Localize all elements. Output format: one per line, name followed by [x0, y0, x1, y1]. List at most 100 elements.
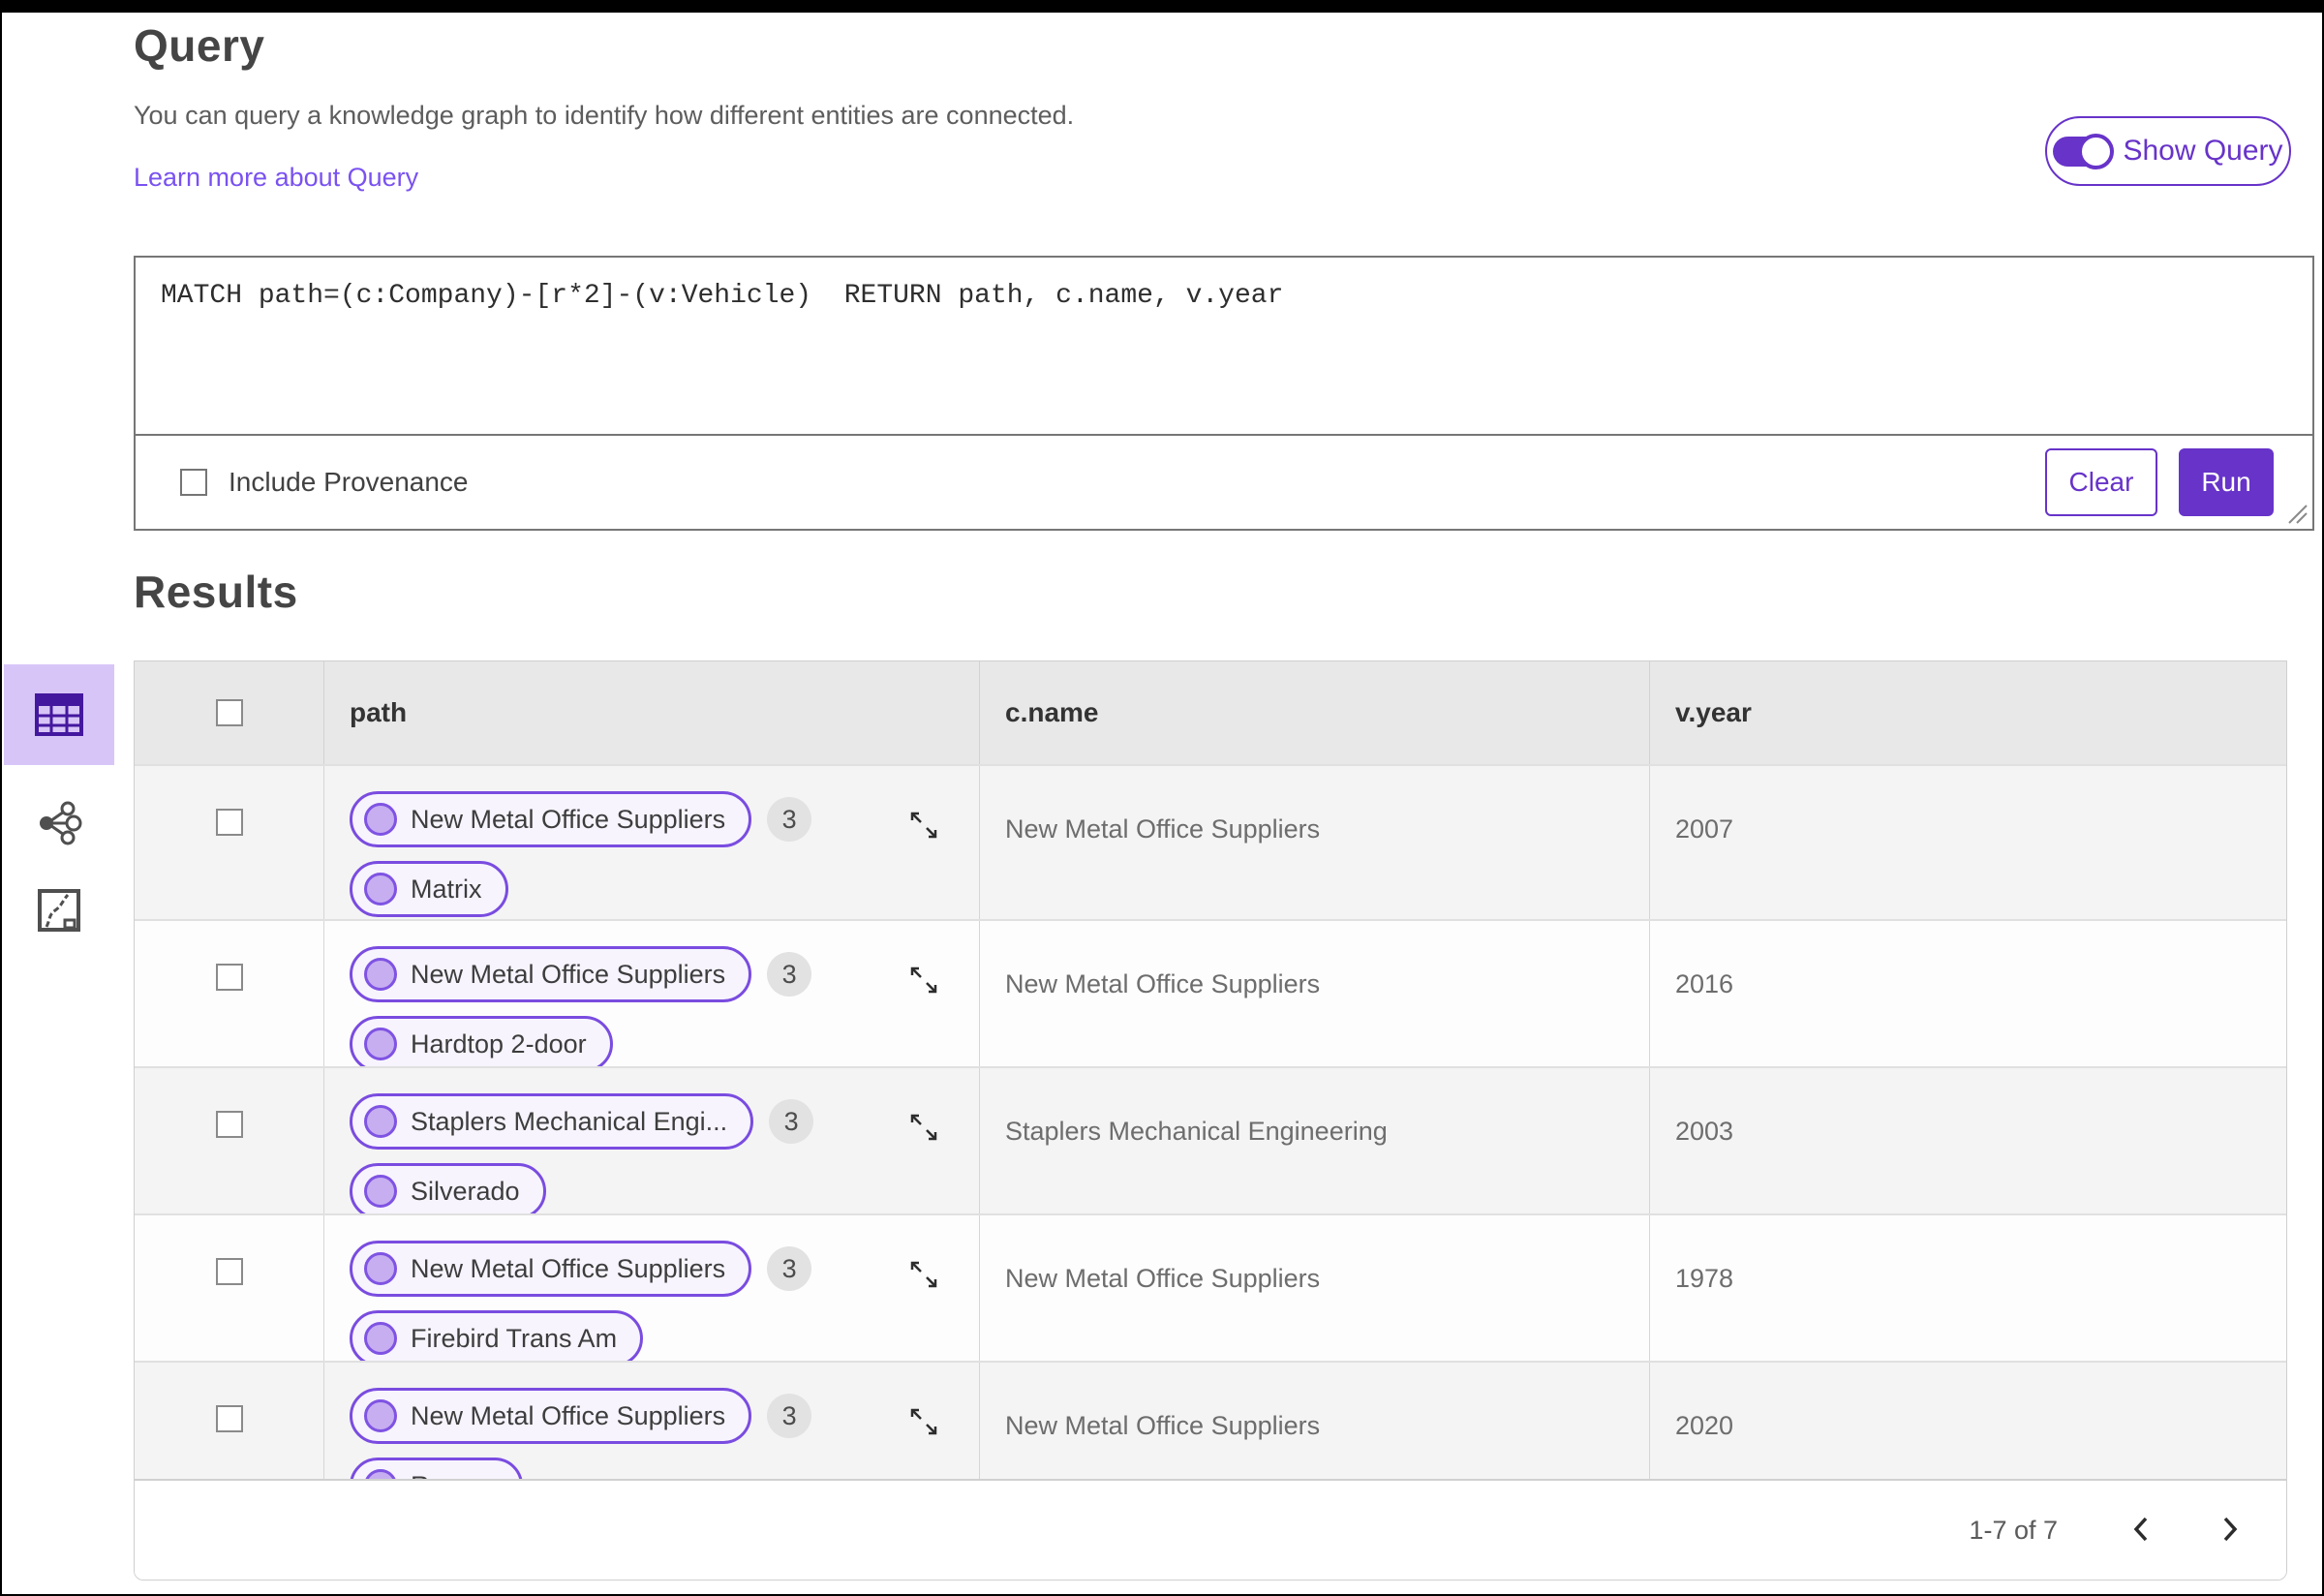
expand-path-button[interactable]	[905, 1109, 942, 1149]
map-view-button[interactable]	[4, 860, 114, 961]
vyear-cell: 2016	[1675, 969, 1734, 998]
previous-page-button[interactable]	[2122, 1509, 2160, 1552]
query-panel: MATCH path=(c:Company)-[r*2]-(v:Vehicle)…	[134, 256, 2314, 531]
expand-icon	[910, 1114, 937, 1141]
column-header-cname: c.name	[1005, 697, 1099, 727]
path-cell: New Metal Office Suppliers 3 Firebird Tr…	[324, 1215, 980, 1361]
table-header-row: path c.name v.year	[135, 661, 2286, 764]
node-icon	[364, 873, 397, 905]
path-cell: Staplers Mechanical Engi... 3 Silverado	[324, 1068, 980, 1213]
path-start-chip[interactable]: New Metal Office Suppliers	[350, 791, 752, 847]
path-count-badge: 3	[769, 1099, 814, 1144]
query-section-title: Query	[134, 20, 265, 71]
expand-path-button[interactable]	[905, 807, 942, 846]
path-end-chip[interactable]: Matrix	[350, 861, 508, 917]
path-count-badge: 3	[767, 952, 812, 997]
row-checkbox[interactable]	[215, 1111, 243, 1138]
chevron-right-icon	[2223, 1517, 2238, 1541]
path-end-chip[interactable]: Firebird Trans Am	[350, 1310, 644, 1361]
node-icon	[364, 1028, 397, 1060]
path-cell: New Metal Office Suppliers 3 Matrix	[324, 766, 980, 919]
node-icon	[364, 1252, 397, 1285]
clear-button[interactable]: Clear	[2045, 448, 2157, 516]
show-query-toggle[interactable]: Show Query	[2045, 116, 2291, 186]
path-start-chip[interactable]: New Metal Office Suppliers	[350, 1241, 752, 1297]
expand-path-button[interactable]	[905, 962, 942, 1001]
pagination-range: 1-7 of 7	[1969, 1515, 2058, 1545]
path-count-badge: 3	[767, 1246, 812, 1291]
path-end-label: Firebird Trans Am	[411, 1323, 618, 1353]
query-footer: Include Provenance Clear Run	[136, 434, 2312, 529]
node-icon	[364, 803, 397, 836]
column-header-path: path	[350, 697, 408, 727]
chevron-left-icon	[2133, 1517, 2148, 1541]
path-start-label: New Metal Office Suppliers	[411, 1253, 726, 1283]
table-row: Staplers Mechanical Engi... 3 Silverado …	[135, 1066, 2286, 1213]
vyear-cell: 2007	[1675, 814, 1734, 844]
learn-more-link[interactable]: Learn more about Query	[134, 163, 418, 193]
path-start-label: New Metal Office Suppliers	[411, 1400, 726, 1430]
path-end-chip[interactable]: Silverado	[350, 1163, 546, 1213]
table-row: New Metal Office Suppliers 3 Matrix New …	[135, 764, 2286, 919]
select-all-checkbox[interactable]	[215, 699, 243, 726]
cname-cell: New Metal Office Suppliers	[1005, 969, 1321, 998]
run-button[interactable]: Run	[2179, 448, 2274, 516]
table-row: New Metal Office Suppliers 3 Firebird Tr…	[135, 1213, 2286, 1361]
path-end-label: Ranger	[411, 1471, 497, 1480]
path-end-chip[interactable]: Hardtop 2-door	[350, 1016, 613, 1066]
row-checkbox[interactable]	[215, 1258, 243, 1285]
node-icon	[364, 1175, 397, 1208]
resize-handle-icon[interactable]	[2283, 500, 2309, 525]
path-cell: New Metal Office Suppliers 3 Hardtop 2-d…	[324, 921, 980, 1066]
node-icon	[364, 1105, 397, 1138]
path-start-chip[interactable]: Staplers Mechanical Engi...	[350, 1093, 754, 1150]
table-row: New Metal Office Suppliers 3 Ranger New …	[135, 1361, 2286, 1479]
path-start-label: New Metal Office Suppliers	[411, 804, 726, 834]
path-start-label: Staplers Mechanical Engi...	[411, 1106, 728, 1136]
expand-icon	[910, 1408, 937, 1435]
results-table: path c.name v.year New Metal Office Supp…	[134, 660, 2287, 1581]
node-icon	[364, 1469, 397, 1479]
row-checkbox[interactable]	[215, 1405, 243, 1432]
node-icon	[364, 1322, 397, 1355]
toggle-switch-icon	[2053, 133, 2115, 169]
path-start-chip[interactable]: New Metal Office Suppliers	[350, 1388, 752, 1444]
map-view-icon	[38, 889, 80, 932]
path-count-badge: 3	[767, 1394, 812, 1438]
graph-view-icon	[40, 801, 82, 845]
query-description: You can query a knowledge graph to ident…	[134, 101, 1075, 130]
row-checkbox[interactable]	[215, 809, 243, 836]
path-end-label: Matrix	[411, 874, 482, 904]
table-body: New Metal Office Suppliers 3 Matrix New …	[135, 764, 2286, 1479]
query-editor[interactable]: MATCH path=(c:Company)-[r*2]-(v:Vehicle)…	[136, 258, 2312, 434]
show-query-label: Show Query	[2123, 135, 2283, 167]
node-icon	[364, 1399, 397, 1432]
include-provenance-label: Include Provenance	[229, 467, 469, 497]
path-start-label: New Metal Office Suppliers	[411, 959, 726, 989]
vyear-cell: 1978	[1675, 1264, 1734, 1293]
path-start-chip[interactable]: New Metal Office Suppliers	[350, 946, 752, 1002]
table-row: New Metal Office Suppliers 3 Hardtop 2-d…	[135, 919, 2286, 1066]
cname-cell: New Metal Office Suppliers	[1005, 1264, 1321, 1293]
next-page-button[interactable]	[2211, 1509, 2249, 1552]
table-footer: 1-7 of 7	[135, 1479, 2286, 1580]
column-header-vyear: v.year	[1675, 697, 1752, 727]
results-section-title: Results	[134, 567, 298, 617]
expand-icon	[910, 812, 937, 839]
include-provenance-checkbox[interactable]	[180, 469, 207, 496]
path-end-chip[interactable]: Ranger	[350, 1458, 523, 1479]
cname-cell: Staplers Mechanical Engineering	[1005, 1117, 1388, 1146]
expand-path-button[interactable]	[905, 1403, 942, 1443]
expand-icon	[910, 1261, 937, 1288]
row-checkbox[interactable]	[215, 964, 243, 991]
vyear-cell: 2003	[1675, 1117, 1734, 1146]
path-end-label: Silverado	[411, 1176, 520, 1206]
cname-cell: New Metal Office Suppliers	[1005, 814, 1321, 844]
node-icon	[364, 958, 397, 991]
graph-view-button[interactable]	[4, 773, 114, 874]
path-end-label: Hardtop 2-door	[411, 1028, 587, 1059]
expand-path-button[interactable]	[905, 1256, 942, 1296]
path-count-badge: 3	[767, 797, 812, 842]
table-view-button[interactable]	[4, 664, 114, 765]
table-view-icon	[35, 693, 83, 736]
